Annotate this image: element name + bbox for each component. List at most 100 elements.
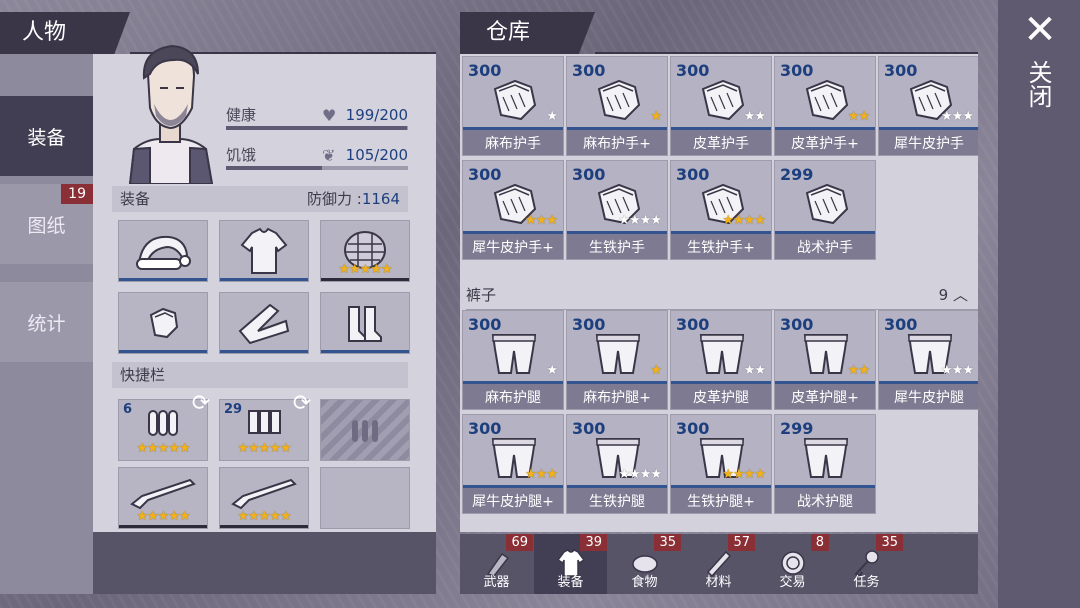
item-name: 生铁护腿+ <box>671 485 771 513</box>
item-slot[interactable]: 300 ★★ 皮革护腿+ <box>774 310 876 410</box>
star-rating: ★ <box>546 109 558 124</box>
tab-equipment[interactable]: 装备 <box>0 96 93 176</box>
warehouse-panel: 仓库 裤子 9 ︿ 300 ★ 麻布护手 300 ★ 麻布护手+ 300 ★★ 皮革护手 300 ★… <box>460 12 978 594</box>
slot-underline <box>220 525 308 528</box>
star-rating: ★★ <box>743 109 766 124</box>
equip-slot-legs[interactable] <box>219 292 309 354</box>
blueprints-badge: 19 <box>61 184 93 204</box>
character-title: 人物 <box>0 12 130 54</box>
hunger-value: 105/200 <box>345 146 408 164</box>
item-name: 战术护腿 <box>775 485 875 513</box>
item-name: 犀牛皮护腿+ <box>463 485 563 513</box>
item-slot[interactable]: 300 ★★ 皮革护手+ <box>774 56 876 156</box>
santa-hat-icon <box>136 235 191 270</box>
category-tab[interactable]: 装备 39 <box>534 534 607 594</box>
equipment-header: 装备 防御力 :1164 <box>112 186 408 212</box>
equip-slot-body[interactable] <box>219 220 309 282</box>
warehouse-grid[interactable]: 裤子 9 ︿ 300 ★ 麻布护手 300 ★ 麻布护手+ 300 ★★ 皮革护手 300 ★★ 皮革… <box>460 54 978 532</box>
star-rating: ★★★ <box>525 467 558 482</box>
quickbar-slot-3[interactable]: ★★★★★ <box>118 467 208 529</box>
tab-blueprints[interactable]: 图纸 19 <box>0 184 93 264</box>
close-icon[interactable]: ✕ <box>1016 10 1064 50</box>
item-slot[interactable]: 299 战术护腿 <box>774 414 876 514</box>
item-slot[interactable]: 300 ★★★★ 生铁护腿 <box>566 414 668 514</box>
star-rating: ★★★★★ <box>237 441 291 456</box>
star-rating: ★★★★ <box>722 467 766 482</box>
category-label: 裤子 <box>466 286 497 304</box>
item-slot[interactable]: 300 ★★★ 犀牛皮护手 <box>878 56 978 156</box>
star-rating: ★ <box>650 109 662 124</box>
item-name: 生铁护手 <box>567 231 667 259</box>
defense-display: 防御力 :1164 <box>307 186 400 212</box>
quickbar-slot-locked <box>320 399 410 461</box>
swap-icon[interactable]: ⟳ <box>288 390 316 418</box>
stomach-icon: ❦ <box>322 146 336 165</box>
star-rating: ★★ <box>847 109 870 124</box>
pants-icon <box>485 329 543 377</box>
swap-icon[interactable]: ⟳ <box>187 390 215 418</box>
item-name: 麻布护手 <box>463 127 563 155</box>
quickbar-slot-empty[interactable] <box>320 467 410 529</box>
slot-underline <box>119 350 207 353</box>
category-row-pants[interactable]: 裤子 9 ︿ <box>466 280 978 310</box>
item-slot[interactable]: 300 ★★ 皮革护手 <box>670 56 772 156</box>
category-tab-count: 69 <box>506 534 533 551</box>
category-tab[interactable]: 材料 57 <box>682 534 755 594</box>
quickbar-slot-1[interactable]: 6 ★★★★★ ⟳ <box>118 391 210 461</box>
quickbar-slot-2[interactable]: 29 ★★★★★ ⟳ <box>219 391 311 461</box>
quickbar-slot-4[interactable]: ★★★★★ <box>219 467 309 529</box>
chevron-up-icon[interactable]: ︿ <box>953 286 968 304</box>
category-tab[interactable]: 任务 35 <box>830 534 903 594</box>
item-slot[interactable]: 300 ★★ 皮革护腿 <box>670 310 772 410</box>
slot-underline <box>119 525 207 528</box>
tab-statistics[interactable]: 统计 <box>0 282 93 362</box>
item-name: 生铁护手+ <box>671 231 771 259</box>
category-tab-label: 交易 <box>779 575 806 590</box>
item-slot[interactable]: 300 ★★★★ 生铁护手+ <box>670 160 772 260</box>
category-tab-count: 8 <box>810 534 829 551</box>
side-tabs: 装备 图纸 19 统计 <box>0 54 93 594</box>
glove-icon <box>693 75 751 123</box>
shells-icon <box>248 410 281 434</box>
category-tab-label: 食物 <box>631 575 658 590</box>
star-rating: ★ <box>650 363 662 378</box>
heart-icon: ♥ <box>322 106 337 125</box>
category-tab[interactable]: 交易 8 <box>756 534 829 594</box>
item-slot[interactable]: 299 战术护手 <box>774 160 876 260</box>
item-slot[interactable]: 300 ★ 麻布护腿 <box>462 310 564 410</box>
category-tabs: 武器 69 装备 39 食物 35 材料 57 交易 8 任务 35 <box>460 534 978 594</box>
item-slot[interactable]: 300 ★ 麻布护手+ <box>566 56 668 156</box>
item-slot[interactable]: 300 ★ 麻布护手 <box>462 56 564 156</box>
defense-value: 1164 <box>361 190 400 208</box>
equip-slot-armor[interactable]: ★★★★★ <box>320 220 410 282</box>
star-rating: ★★★★ <box>618 213 662 228</box>
tab-equipment-label: 装备 <box>27 126 66 149</box>
shirt-icon <box>240 227 288 274</box>
shotgun-icon <box>130 478 196 510</box>
item-slot[interactable]: 300 ★★★★ 生铁护手 <box>566 160 668 260</box>
glove-icon <box>589 75 647 123</box>
equip-slot-hands[interactable] <box>118 292 208 354</box>
equip-slot-feet[interactable] <box>320 292 410 354</box>
star-rating: ★★★★★ <box>136 509 190 524</box>
glove-icon <box>149 307 179 339</box>
item-slot[interactable]: 300 ★ 麻布护腿+ <box>566 310 668 410</box>
category-tab-count: 35 <box>654 534 681 551</box>
item-name: 麻布护腿 <box>463 381 563 409</box>
character-portrait <box>128 44 214 184</box>
close-label[interactable]: 关闭 <box>1024 60 1056 108</box>
item-slot[interactable]: 300 ★★★★ 生铁护腿+ <box>670 414 772 514</box>
pants-icon <box>693 329 751 377</box>
category-tab[interactable]: 食物 35 <box>608 534 681 594</box>
equip-slot-head[interactable] <box>118 220 208 282</box>
item-slot[interactable]: 300 ★★★ 犀牛皮护腿 <box>878 310 978 410</box>
pants-icon <box>589 329 647 377</box>
star-rating: ★★★★ <box>618 467 662 482</box>
item-name: 麻布护手+ <box>567 127 667 155</box>
shotgun-icon <box>231 478 297 510</box>
item-slot[interactable]: 300 ★★★ 犀牛皮护手+ <box>462 160 564 260</box>
category-tab[interactable]: 武器 69 <box>460 534 533 594</box>
category-tab-count: 57 <box>728 534 755 551</box>
item-name: 麻布护腿+ <box>567 381 667 409</box>
item-slot[interactable]: 300 ★★★ 犀牛皮护腿+ <box>462 414 564 514</box>
